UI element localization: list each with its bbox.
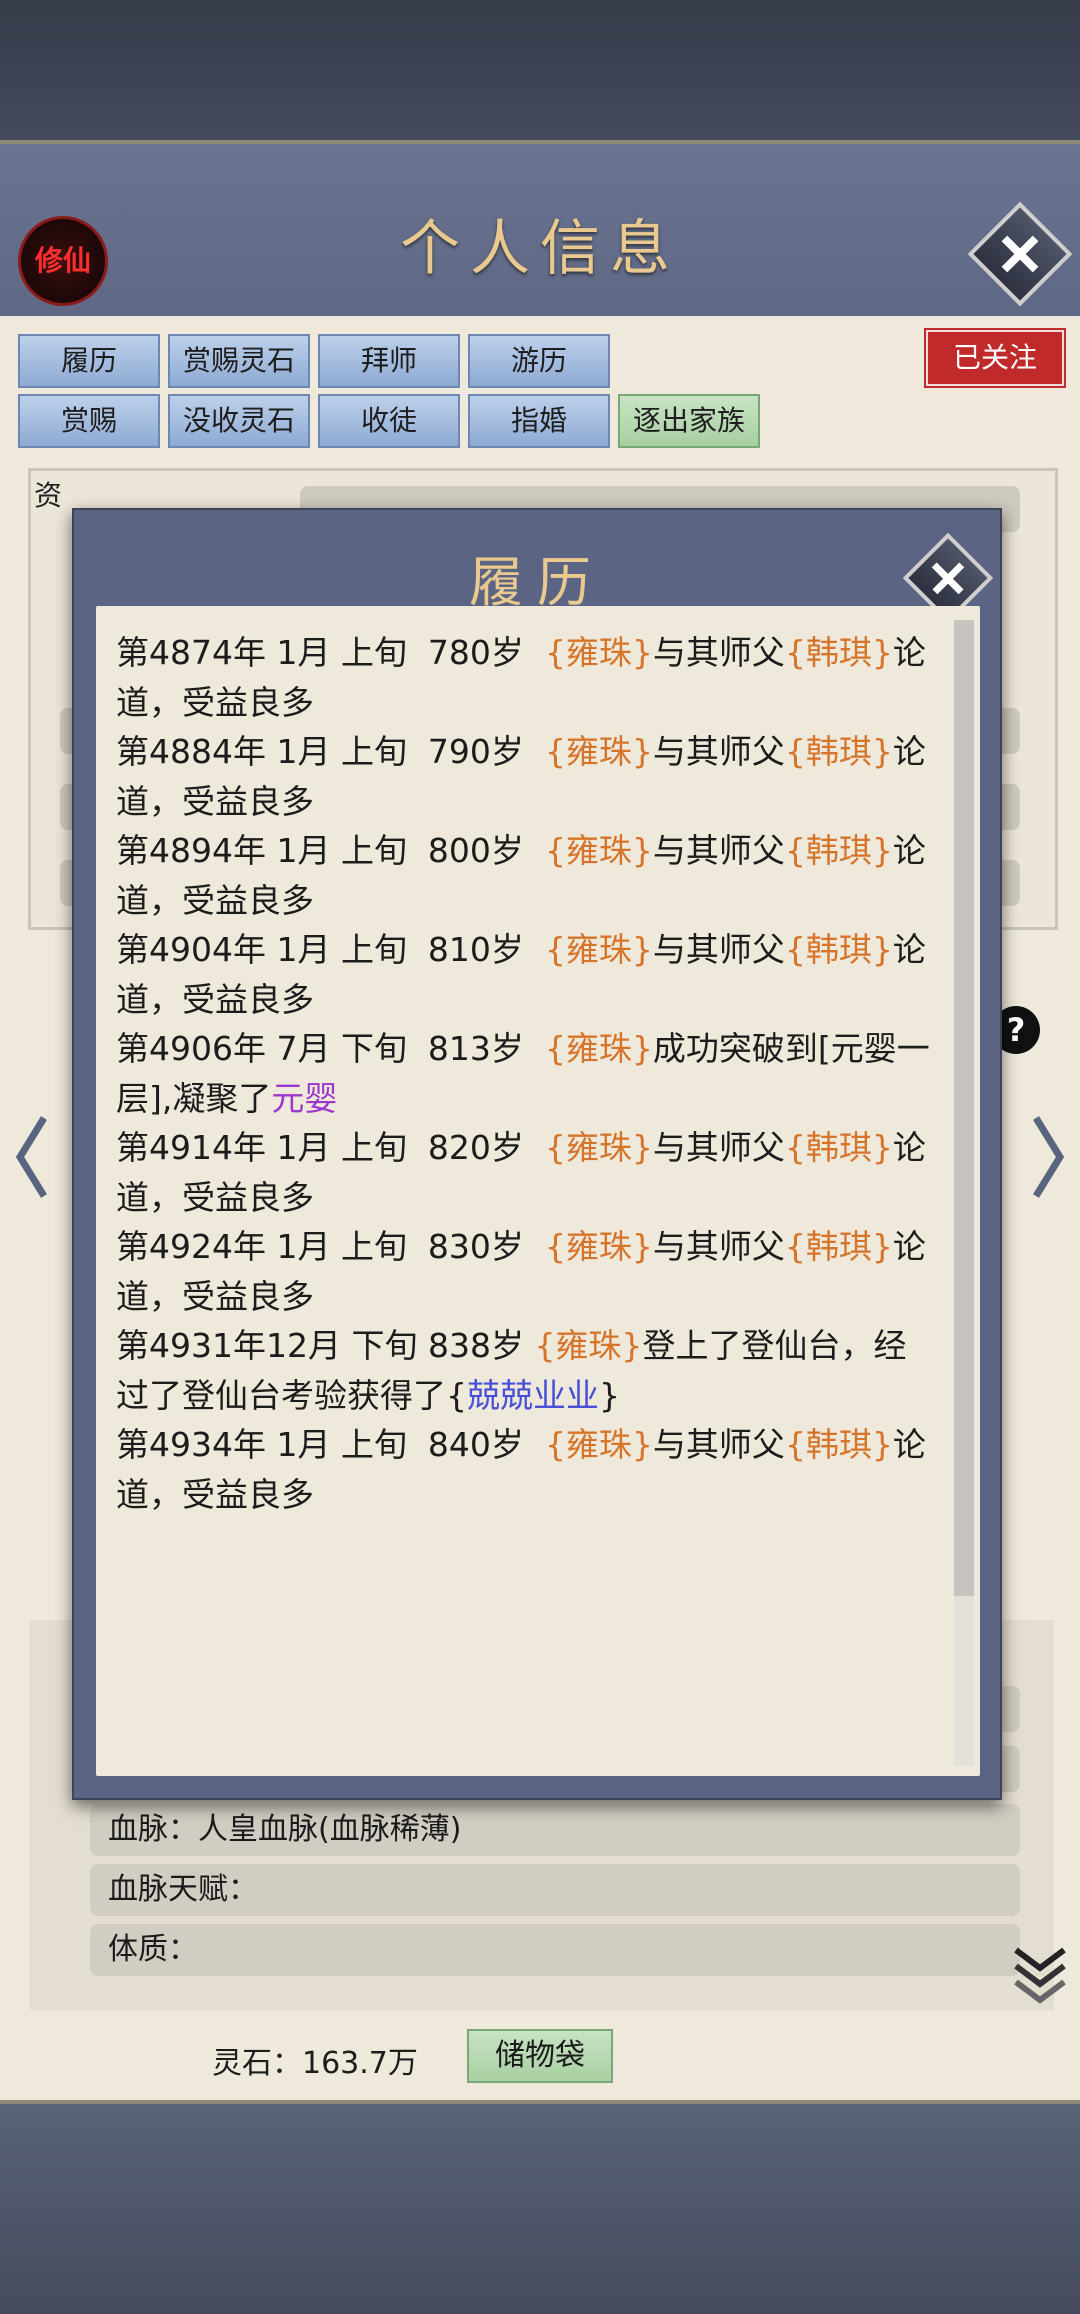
history-entry: 第4931年12月 下旬 838岁 {雍珠}登上了登仙台，经过了登仙台考验获得了… [116, 1321, 936, 1420]
history-entry: 第4874年 1月 上旬 780岁 {雍珠}与其师父{韩琪}论道，受益良多 [116, 628, 936, 727]
history-entry-text: 第4931年12月 下旬 838岁 [116, 1326, 535, 1365]
spirit-stones-label: 灵石： [212, 2046, 302, 2081]
history-entry: 第4924年 1月 上旬 830岁 {雍珠}与其师父{韩琪}论道，受益良多 [116, 1222, 936, 1321]
history-entry: 第4906年 7月 下旬 813岁 {雍珠}成功突破到[元婴一层],凝聚了元婴 [116, 1024, 936, 1123]
tab-arrange-marriage[interactable]: 指婚 [468, 394, 610, 448]
history-entry: 第4934年 1月 上旬 840岁 {雍珠}与其师父{韩琪}论道，受益良多 [116, 1420, 936, 1519]
history-entry-highlight: {雍珠} [544, 1425, 653, 1464]
bloodline-field: 血脉：人皇血脉(血脉稀薄) [90, 1804, 1020, 1856]
history-entry-highlight: {雍珠} [544, 1128, 653, 1167]
history-entry: 第4884年 1月 上旬 790岁 {雍珠}与其师父{韩琪}论道，受益良多 [116, 727, 936, 826]
bloodline-talent-field: 血脉天赋： [90, 1864, 1020, 1916]
history-entry-text: 与其师父 [652, 633, 785, 672]
history-entry-highlight: 元婴 [271, 1078, 338, 1118]
followed-button[interactable]: 已关注 [926, 330, 1064, 386]
history-entry-highlight: {韩琪} [784, 1128, 893, 1167]
history-modal: 履历 第4874年 1月 上旬 780岁 {雍珠}与其师父{韩琪}论道，受益良多… [72, 508, 1002, 1800]
history-entry-highlight: {雍珠} [544, 1227, 653, 1266]
history-entry-highlight: {雍珠} [544, 633, 653, 672]
history-log-text: 第4874年 1月 上旬 780岁 {雍珠}与其师父{韩琪}论道，受益良多 第48… [116, 628, 936, 1519]
spirit-stones-display: 灵石：163.7万 [212, 2038, 418, 2082]
history-entry-highlight: {雍珠} [544, 930, 653, 969]
tab-reward-stones[interactable]: 赏赐灵石 [168, 334, 310, 388]
tab-take-disciple[interactable]: 收徒 [318, 394, 460, 448]
history-entry: 第4914年 1月 上旬 820岁 {雍珠}与其师父{韩琪}论道，受益良多 [116, 1123, 936, 1222]
history-entry: 第4904年 1月 上旬 810岁 {雍珠}与其师父{韩琪}论道，受益良多 [116, 925, 936, 1024]
history-entry-text: 与其师父 [652, 732, 785, 771]
history-entry-text: 第4884年 1月 上旬 790岁 [116, 732, 545, 771]
history-log[interactable]: 第4874年 1月 上旬 780岁 {雍珠}与其师父{韩琪}论道，受益良多 第48… [96, 606, 980, 1776]
history-entry-highlight: {雍珠} [544, 732, 653, 771]
history-entry-highlight: {韩琪} [784, 732, 893, 771]
history-entry: 第4894年 1月 上旬 800岁 {雍珠}与其师父{韩琪}论道，受益良多 [116, 826, 936, 925]
history-entry-text: 第4924年 1月 上旬 830岁 [116, 1227, 545, 1266]
history-entry-text: 与其师父 [652, 930, 785, 969]
physique-label: 体质： [108, 1932, 198, 1967]
history-entry-text: 第4904年 1月 上旬 810岁 [116, 930, 545, 969]
history-entry-highlight: {雍珠} [544, 831, 653, 870]
history-entry-text: 第4894年 1月 上旬 800岁 [116, 831, 545, 870]
physique-field: 体质： [90, 1924, 1020, 1976]
history-entry-highlight: {韩琪} [784, 831, 893, 870]
history-entry-highlight: {雍珠} [544, 1029, 653, 1068]
history-entry-text: } [599, 1375, 620, 1415]
history-entry-highlight: {韩琪} [784, 1425, 893, 1464]
tab-reward[interactable]: 赏赐 [18, 394, 160, 448]
spirit-stones-value: 163.7万 [302, 2046, 418, 2081]
bloodline-label: 血脉： [108, 1812, 198, 1847]
history-entry-text: 第4874年 1月 上旬 780岁 [116, 633, 545, 672]
history-entry-highlight: {韩琪} [784, 1227, 893, 1266]
history-entry-text: 与其师父 [652, 1425, 785, 1464]
history-entry-highlight: 兢兢业业 [467, 1375, 599, 1415]
history-entry-text: 第4914年 1月 上旬 820岁 [116, 1128, 545, 1167]
history-entry-text: 与其师父 [652, 1227, 785, 1266]
history-entry-text: 第4934年 1月 上旬 840岁 [116, 1425, 545, 1464]
bloodline-talent-label: 血脉天赋： [108, 1872, 258, 1907]
history-entry-text: 第4906年 7月 下旬 813岁 [116, 1029, 545, 1068]
double-chevron-down-icon[interactable] [1012, 1944, 1068, 2008]
aptitude-label: 资 [34, 479, 63, 512]
tab-history[interactable]: 履历 [18, 334, 160, 388]
tab-expel-family[interactable]: 逐出家族 [618, 394, 760, 448]
history-entry-highlight: {韩琪} [784, 633, 893, 672]
history-entry-text: 与其师父 [652, 831, 785, 870]
page-title: 个人信息 [400, 214, 680, 284]
top-band [0, 0, 1080, 144]
history-entry-highlight: {韩琪} [784, 930, 893, 969]
chevron-left-icon[interactable] [12, 1112, 52, 1202]
bottom-band [0, 2100, 1080, 2314]
history-entry-text: 与其师父 [652, 1128, 785, 1167]
tab-confiscate-stones[interactable]: 没收灵石 [168, 394, 310, 448]
chevron-right-icon[interactable] [1028, 1112, 1068, 1202]
scrollbar-thumb[interactable] [954, 620, 974, 1596]
storage-bag-button[interactable]: 储物袋 [467, 2029, 613, 2083]
tab-take-master[interactable]: 拜师 [318, 334, 460, 388]
bloodline-value: 人皇血脉(血脉稀薄) [198, 1812, 462, 1847]
tab-travel[interactable]: 游历 [468, 334, 610, 388]
history-entry-highlight: {雍珠} [534, 1326, 643, 1365]
